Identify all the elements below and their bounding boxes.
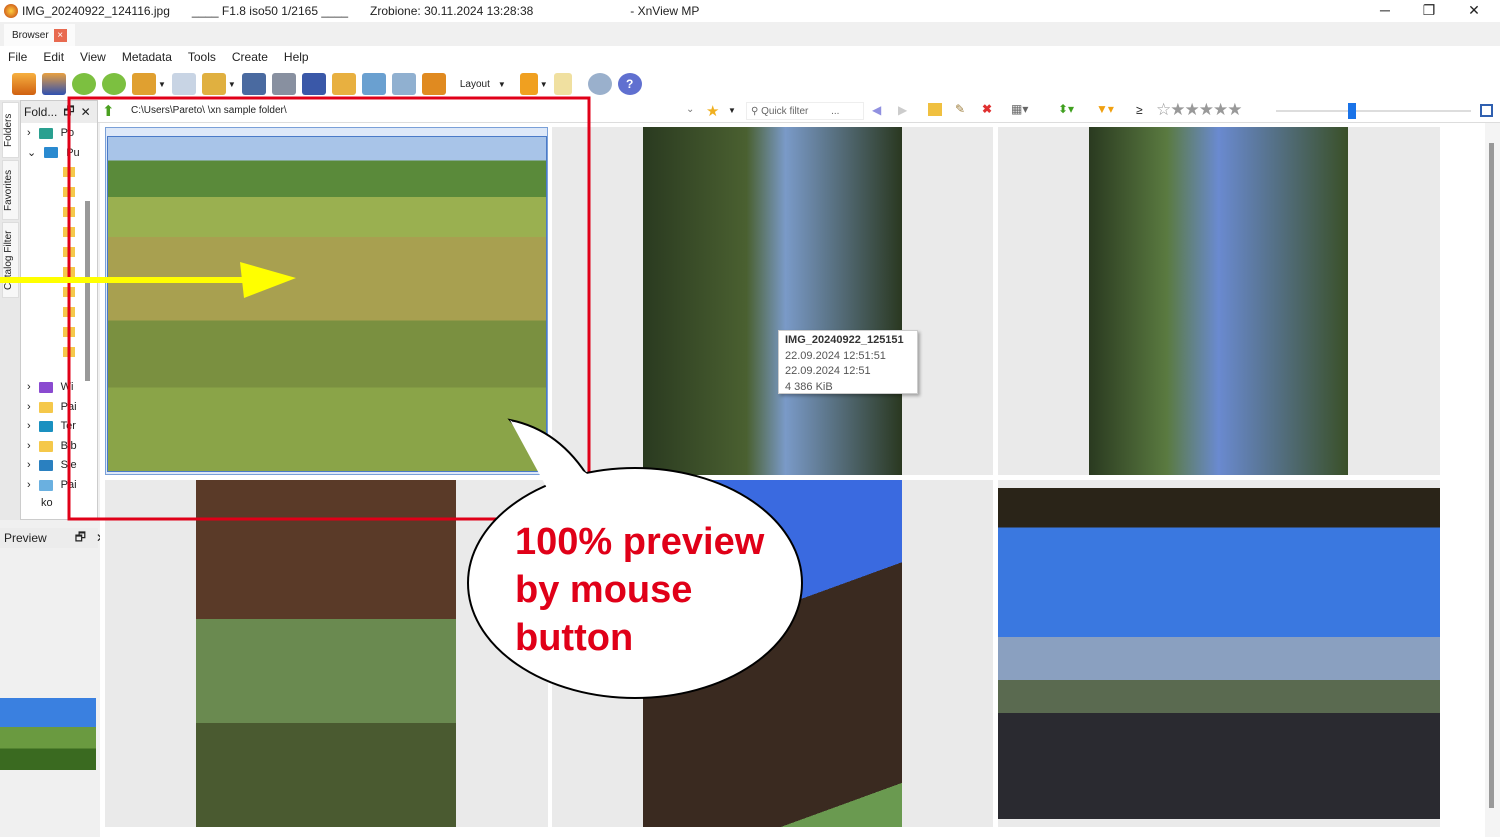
annotation-overlay [0,96,803,699]
callout-line: 100% preview [515,521,765,563]
callout-line: button [515,617,634,659]
yellow-arrow [0,262,296,298]
callout-text: 100% preview by mouse button [515,518,764,662]
callout-line: by mouse [515,569,693,611]
highlight-rectangle [67,96,591,521]
